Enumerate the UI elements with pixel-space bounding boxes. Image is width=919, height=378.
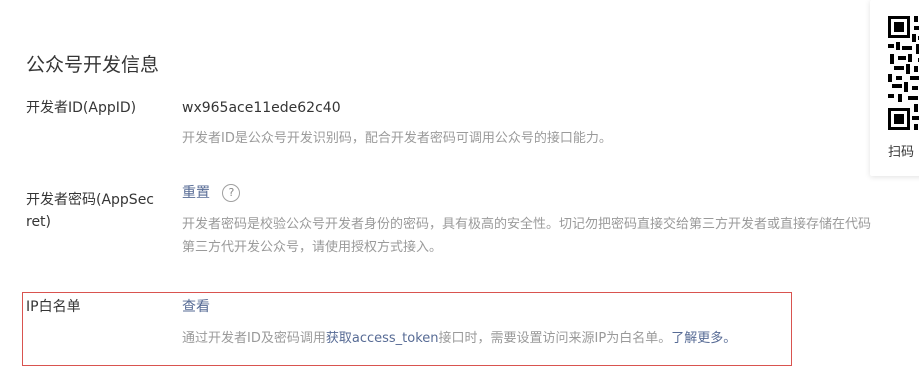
qr-panel: 扫码 — [870, 0, 919, 176]
app-id-label: 开发者ID(AppID) — [26, 100, 137, 116]
ip-whitelist-description-post: 接口时，需要设置访问来源IP为白名单。 — [438, 331, 672, 346]
learn-more-link[interactable]: 了解更多。 — [671, 331, 736, 346]
ip-whitelist-description-pre: 通过开发者ID及密码调用 — [182, 331, 326, 346]
app-id-value: wx965ace11ede62c40 — [182, 100, 341, 116]
app-secret-actions: 重置 ? — [182, 182, 241, 204]
ip-whitelist-view-link-wrap: 查看 — [182, 296, 210, 318]
help-icon[interactable]: ? — [222, 184, 241, 202]
page-title: 公众号开发信息 — [26, 53, 160, 76]
app-secret-description-line1: 开发者密码是校验公众号开发者身份的密码，具有极高的安全性。切记勿把密码直接交给第… — [182, 217, 872, 232]
reset-secret-link[interactable]: 重置 — [182, 185, 210, 201]
ip-whitelist-description: 通过开发者ID及密码调用获取access_token接口时，需要设置访问来源IP… — [182, 328, 736, 350]
app-secret-description-line2: 第三方代开发公众号，请使用授权方式接入。 — [182, 240, 443, 255]
qr-caption: 扫码 — [888, 145, 915, 160]
ip-whitelist-label: IP白名单 — [26, 299, 81, 315]
app-secret-label-line1: 开发者密码(AppSec — [26, 192, 155, 208]
app-id-description: 开发者ID是公众号开发识别码，配合开发者密码可调用公众号的接口能力。 — [182, 131, 612, 146]
access-token-link[interactable]: 获取access_token — [326, 331, 439, 346]
ip-whitelist-view-link[interactable]: 查看 — [182, 299, 210, 315]
app-secret-label-line2: ret) — [26, 214, 52, 230]
qr-code-icon — [888, 16, 919, 130]
app-secret-label: 开发者密码(AppSec ret) — [26, 189, 154, 233]
